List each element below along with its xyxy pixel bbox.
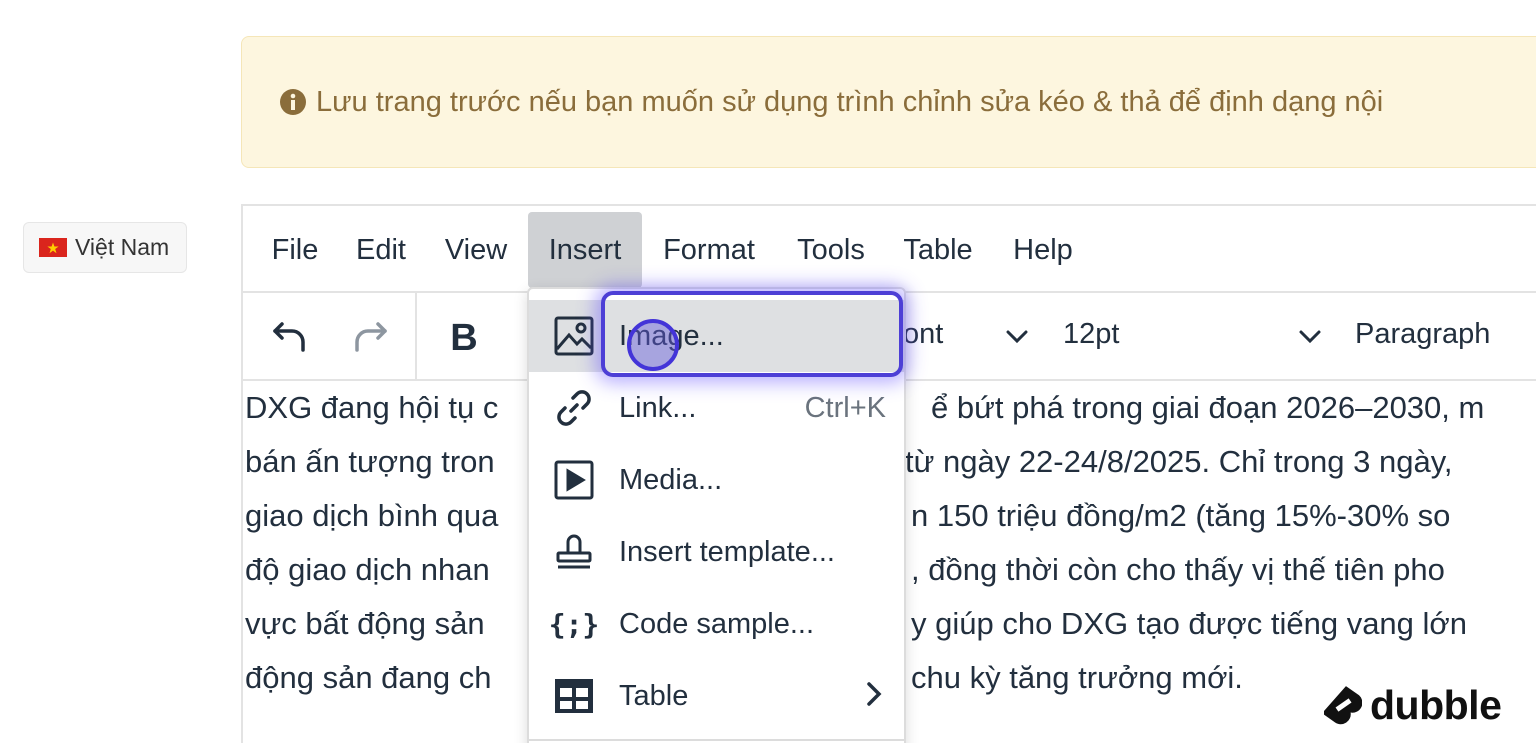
- insert-media-item[interactable]: Media...: [529, 444, 904, 516]
- content-text: giao dịch bình qua: [245, 498, 499, 533]
- menu-tools[interactable]: Tools: [783, 212, 879, 288]
- image-icon: [551, 313, 597, 359]
- menu-edit[interactable]: Edit: [343, 212, 419, 288]
- content-text: n 150 triệu đồng/m2 (tăng 15%-30% so: [911, 498, 1451, 533]
- insert-template-item[interactable]: Insert template...: [529, 516, 904, 588]
- bold-button[interactable]: B: [439, 313, 489, 363]
- content-text: động sản đang ch: [245, 660, 492, 695]
- content-text: chu kỳ tăng trưởng mới.: [911, 660, 1243, 695]
- insert-table-label: Table: [619, 679, 689, 712]
- info-icon: [280, 89, 306, 115]
- font-size-chevron-icon[interactable]: [1296, 323, 1324, 356]
- font-size-select[interactable]: 12pt: [1063, 318, 1119, 351]
- link-icon: [551, 385, 597, 431]
- content-text: độ giao dịch nhan: [245, 552, 490, 587]
- block-format-select[interactable]: Paragraph: [1355, 318, 1490, 351]
- alert-text: Lưu trang trước nếu bạn muốn sử dụng trì…: [316, 85, 1384, 118]
- redo-button[interactable]: [345, 313, 395, 363]
- language-label: Việt Nam: [75, 234, 170, 260]
- font-family-select[interactable]: ont: [903, 318, 943, 351]
- content-text: y giúp cho DXG tạo được tiếng vang lớn: [911, 606, 1467, 641]
- template-icon: [551, 529, 597, 575]
- menu-table[interactable]: Table: [893, 212, 983, 288]
- content-text: , đồng thời còn cho thấy vị thế tiên pho: [911, 552, 1445, 587]
- insert-template-label: Insert template...: [619, 535, 835, 568]
- code-sample-icon: {;}: [548, 607, 600, 641]
- content-text: từ ngày 22-24/8/2025. Chỉ trong 3 ngày,: [905, 444, 1453, 479]
- watermark-text: dubble: [1370, 682, 1502, 728]
- editor-menubar: File Edit View Insert Format Tools Table…: [243, 206, 1536, 293]
- content-text: ể bứt phá trong giai đoạn 2026–2030, m: [931, 390, 1485, 425]
- dubble-watermark: dubble: [1324, 682, 1502, 729]
- insert-link-label: Link...: [619, 391, 697, 424]
- language-selector[interactable]: Việt Nam: [23, 222, 187, 273]
- undo-button[interactable]: [265, 313, 315, 363]
- insert-table-item[interactable]: Table: [529, 660, 904, 732]
- insert-code-sample-label: Code sample...: [619, 607, 815, 640]
- click-indicator: [627, 319, 679, 371]
- vietnam-flag-icon: [39, 238, 67, 257]
- insert-code-sample-item[interactable]: {;} Code sample...: [529, 588, 904, 660]
- content-text: bán ấn tượng tron: [245, 444, 495, 479]
- menu-file[interactable]: File: [257, 212, 333, 288]
- save-notice-alert: Lưu trang trước nếu bạn muốn sử dụng trì…: [241, 36, 1536, 168]
- dubble-logo-icon: [1324, 685, 1362, 726]
- menu-help[interactable]: Help: [1003, 212, 1083, 288]
- media-icon: [551, 457, 597, 503]
- insert-link-shortcut: Ctrl+K: [804, 391, 886, 424]
- insert-link-item[interactable]: Link... Ctrl+K: [529, 372, 904, 444]
- toolbar-separator: [415, 293, 417, 379]
- content-text: vực bất động sản: [245, 606, 485, 641]
- redo-icon: [350, 316, 390, 361]
- menu-format[interactable]: Format: [650, 212, 768, 288]
- menu-view[interactable]: View: [433, 212, 519, 288]
- insert-media-label: Media...: [619, 463, 723, 496]
- table-icon: [551, 673, 597, 719]
- undo-icon: [270, 316, 310, 361]
- menu-insert[interactable]: Insert: [528, 212, 642, 288]
- font-family-chevron-icon[interactable]: [1003, 323, 1031, 356]
- menu-divider: [529, 739, 904, 741]
- chevron-right-icon: [862, 680, 886, 713]
- content-text: DXG đang hội tụ c: [245, 390, 499, 425]
